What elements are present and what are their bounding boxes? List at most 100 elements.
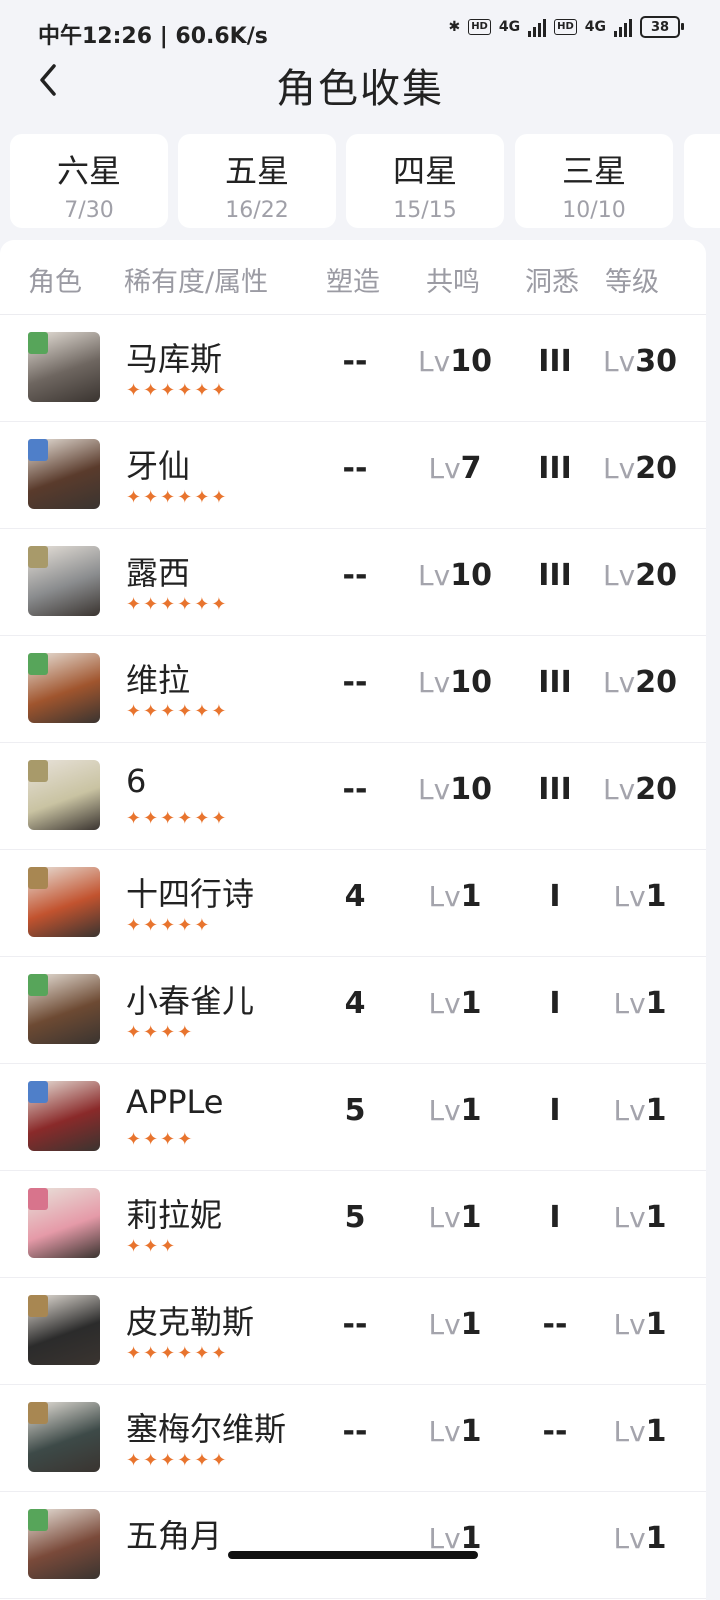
table-row[interactable]: 塞梅尔维斯 ✦✦✦✦✦✦ -- Lv1 -- Lv1 [0, 1384, 706, 1492]
resonance-value: Lv10 [400, 558, 510, 593]
rarity-tabs: 六星 7/30 五星 16/22 四星 15/15 三星 10/10 [10, 134, 720, 230]
lv-prefix: Lv [428, 1094, 461, 1127]
lv-prefix: Lv [418, 559, 451, 592]
element-icon [28, 1295, 48, 1317]
resonance-number: 10 [450, 344, 492, 379]
character-name: 马库斯 [126, 340, 223, 378]
table-row[interactable]: 小春雀儿 ✦✦✦✦ 4 Lv1 I Lv1 [0, 956, 706, 1064]
level-number: 20 [635, 558, 677, 593]
table-row[interactable]: 6 ✦✦✦✦✦✦ -- Lv10 III Lv20 [0, 742, 706, 850]
level-value: Lv1 [590, 1521, 690, 1556]
insight-value: III [538, 772, 572, 807]
lv-prefix: Lv [613, 1308, 646, 1341]
lv-prefix: Lv [428, 1201, 461, 1234]
insight-value: I [549, 986, 561, 1021]
table-row[interactable]: 露西 ✦✦✦✦✦✦ -- Lv10 III Lv20 [0, 528, 706, 636]
table-row[interactable]: 十四行诗 ✦✦✦✦✦ 4 Lv1 I Lv1 [0, 849, 706, 957]
element-icon [28, 439, 48, 461]
character-name: 小春雀儿 [126, 982, 255, 1020]
tab-label: 六星 [56, 152, 121, 190]
resonance-value: Lv1 [400, 1093, 510, 1128]
tab-count: 16/22 [225, 198, 289, 223]
hd-badge-2: HD [554, 19, 577, 35]
character-name: 十四行诗 [126, 875, 255, 913]
page-title: 角色收集 [276, 66, 444, 112]
element-icon [28, 760, 48, 782]
tab-count: 7/30 [64, 198, 114, 223]
rarity-stars: ✦✦✦✦✦✦ [126, 594, 229, 615]
lv-prefix: Lv [613, 1201, 646, 1234]
element-icon [28, 1402, 48, 1424]
lv-prefix: Lv [603, 773, 636, 806]
lv-prefix: Lv [613, 880, 646, 913]
home-indicator[interactable] [228, 1551, 478, 1559]
level-value: Lv1 [590, 1093, 690, 1128]
resonance-number: 10 [450, 665, 492, 700]
table-row[interactable]: 莉拉妮 ✦✦✦ 5 Lv1 I Lv1 [0, 1170, 706, 1278]
col-role[interactable]: 角色 [28, 260, 82, 299]
lv-prefix: Lv [613, 1415, 646, 1448]
shaping-value: -- [342, 558, 368, 593]
shaping-value: 5 [344, 1200, 366, 1235]
level-number: 1 [645, 1307, 667, 1342]
lv-prefix: Lv [428, 1415, 461, 1448]
shaping-value: -- [342, 344, 368, 379]
table-row[interactable]: 皮克勒斯 ✦✦✦✦✦✦ -- Lv1 -- Lv1 [0, 1277, 706, 1385]
level-number: 20 [635, 451, 677, 486]
level-value: Lv1 [590, 1200, 690, 1235]
table-header: 角色 稀有度/属性 塑造 共鸣 洞悉 等级 [0, 240, 706, 315]
resonance-number: 1 [460, 879, 482, 914]
shaping-value: -- [342, 1414, 368, 1449]
tab-six-star[interactable]: 六星 7/30 [10, 134, 168, 228]
col-level[interactable]: 等级 [605, 260, 659, 299]
table-row[interactable]: 维拉 ✦✦✦✦✦✦ -- Lv10 III Lv20 [0, 635, 706, 743]
hd-badge: HD [468, 19, 491, 35]
col-rarity[interactable]: 稀有度/属性 [124, 260, 268, 299]
level-value: Lv1 [590, 1307, 690, 1342]
rarity-stars: ✦✦✦✦ [126, 1129, 195, 1150]
rarity-stars: ✦✦✦✦✦✦ [126, 1450, 229, 1471]
level-value: Lv20 [590, 772, 690, 807]
tab-four-star[interactable]: 四星 15/15 [346, 134, 504, 228]
col-insight[interactable]: 洞悉 [525, 260, 579, 299]
lv-prefix: Lv [613, 1094, 646, 1127]
character-name: 五角月 [126, 1517, 223, 1555]
lv-prefix: Lv [428, 880, 461, 913]
character-name: 莉拉妮 [126, 1196, 223, 1234]
col-resonance[interactable]: 共鸣 [426, 260, 480, 299]
table-row[interactable]: 马库斯 ✦✦✦✦✦✦ -- Lv10 III Lv30 [0, 314, 706, 422]
table-row[interactable]: APPLe ✦✦✦✦ 5 Lv1 I Lv1 [0, 1063, 706, 1171]
character-name: 6 [126, 762, 147, 800]
lv-prefix: Lv [428, 1308, 461, 1341]
lv-prefix: Lv [418, 773, 451, 806]
table-row[interactable]: 五角月 Lv1 Lv1 [0, 1491, 706, 1599]
level-value: Lv1 [590, 879, 690, 914]
shaping-value: 4 [344, 879, 366, 914]
element-icon [28, 974, 48, 996]
shaping-value: 4 [344, 986, 366, 1021]
character-name: APPLe [126, 1083, 224, 1121]
resonance-number: 10 [450, 772, 492, 807]
shaping-value: -- [342, 1307, 368, 1342]
table-row[interactable]: 牙仙 ✦✦✦✦✦✦ -- Lv7 III Lv20 [0, 421, 706, 529]
status-icons: ✱ HD 4G HD 4G 38 [448, 16, 684, 38]
bluetooth-icon: ✱ [448, 19, 461, 35]
lv-prefix: Lv [603, 345, 636, 378]
tab-three-star[interactable]: 三星 10/10 [515, 134, 673, 228]
col-shaping[interactable]: 塑造 [326, 260, 380, 299]
tab-partial[interactable] [684, 134, 720, 228]
element-icon [28, 653, 48, 675]
level-number: 1 [645, 1093, 667, 1128]
insight-value: I [549, 1200, 561, 1235]
character-name: 塞梅尔维斯 [126, 1410, 287, 1448]
level-number: 20 [635, 772, 677, 807]
tab-label: 四星 [392, 152, 457, 190]
resonance-number: 1 [460, 1307, 482, 1342]
resonance-value: Lv10 [400, 344, 510, 379]
character-name: 牙仙 [126, 447, 191, 485]
lv-prefix: Lv [603, 452, 636, 485]
resonance-number: 10 [450, 558, 492, 593]
battery-icon: 38 [640, 16, 684, 38]
resonance-number: 1 [460, 1093, 482, 1128]
tab-five-star[interactable]: 五星 16/22 [178, 134, 336, 228]
